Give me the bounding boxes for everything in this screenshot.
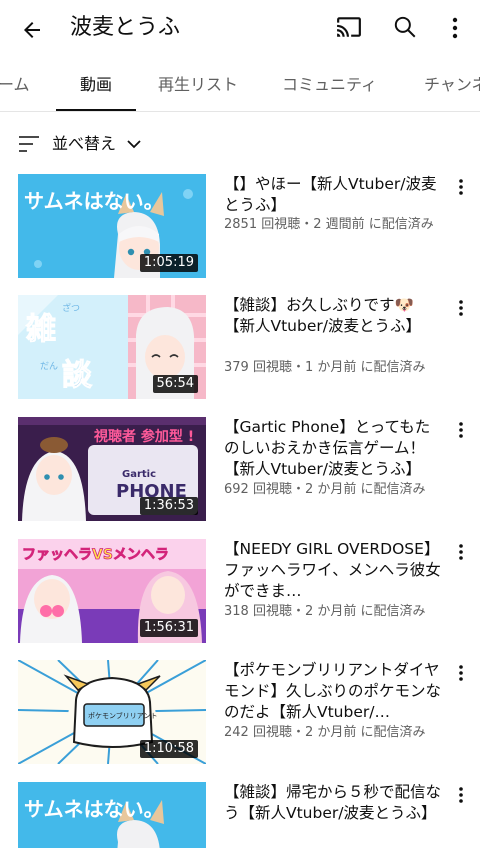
duration-badge: 56:54 xyxy=(152,375,198,393)
video-item[interactable]: ファッヘラVSメンヘラ 1:56:31 【NEEDY GIRL OVERDOSE… xyxy=(0,539,480,645)
more-vert-icon[interactable] xyxy=(440,12,470,44)
video-meta: 318 回視聴・2 か月前 に配信済み xyxy=(224,604,426,619)
tab-home[interactable]: ーム xyxy=(0,58,30,111)
video-title[interactable]: 【Gartic Phone】とってもたのしいおえかき伝言ゲーム！【新人Vtube… xyxy=(224,417,444,480)
video-meta: 692 回視聴・2 か月前 に配信済み xyxy=(224,482,426,497)
tab-community[interactable]: コミュニティ xyxy=(282,58,377,111)
thumbnail-caption: 視聴者 参加型 ! xyxy=(93,428,194,445)
thumbnail-caption: サムネはない。 xyxy=(24,189,164,213)
video-meta: 242 回視聴・2 か月前 に配信済み xyxy=(224,725,426,740)
cast-icon[interactable] xyxy=(334,12,364,42)
chevron-down-icon xyxy=(124,134,144,154)
video-title[interactable]: 【NEEDY GIRL OVERDOSE】ファッヘラワイ、メンヘラ彼女ができま… xyxy=(224,539,444,602)
video-more-icon[interactable] xyxy=(452,176,470,198)
video-title[interactable]: 【】やほー【新人Vtuber/波麦とうふ】 xyxy=(224,174,444,216)
video-more-icon[interactable] xyxy=(452,662,470,684)
video-item[interactable]: 雑 談 ざつ だん 56:54 【雑談】お久しぶりです🐶【新人Vtuber/波麦… xyxy=(0,295,480,401)
duration-badge: 1:05:19 xyxy=(139,254,198,272)
back-arrow-icon[interactable] xyxy=(14,12,50,48)
search-icon[interactable] xyxy=(390,12,420,42)
tab-playlists[interactable]: 再生リスト xyxy=(158,58,238,111)
app-bar: 波麦とうふ xyxy=(0,0,480,58)
sort-label: 並べ替え xyxy=(52,134,117,153)
sort-icon xyxy=(18,133,40,155)
video-thumbnail[interactable]: 雑 談 ざつ だん 56:54 xyxy=(18,295,206,399)
video-thumbnail[interactable]: ファッヘラVSメンヘラ 1:56:31 xyxy=(18,539,206,643)
thumbnail-caption: ざつ xyxy=(62,302,80,314)
video-more-icon[interactable] xyxy=(452,297,470,319)
video-more-icon[interactable] xyxy=(452,784,470,806)
duration-badge: 1:56:31 xyxy=(139,619,198,637)
video-meta: 2851 回視聴・2 週間前 に配信済み xyxy=(224,217,434,232)
video-more-icon[interactable] xyxy=(452,419,470,441)
sort-button[interactable]: 並べ替え xyxy=(0,124,480,164)
video-thumbnail[interactable]: サムネはない。 xyxy=(18,782,206,848)
video-thumbnail[interactable]: ポケモンブリリアント 1:10:58 xyxy=(18,660,206,764)
video-title[interactable]: 【雑談】お久しぶりです🐶【新人Vtuber/波麦とうふ】 xyxy=(224,295,444,337)
video-item[interactable]: サムネはない。 【雑談】帰宅から５秒で配信なう【新人Vtuber/波麦とうふ】 xyxy=(0,782,480,848)
video-item[interactable]: ポケモンブリリアント 1:10:58 【ポケモンブリリアントダイヤモンド】久しぶ… xyxy=(0,660,480,766)
video-more-icon[interactable] xyxy=(452,541,470,563)
thumbnail-caption: ファッヘラVSメンヘラ xyxy=(22,547,169,563)
thumbnail-caption: 談 xyxy=(62,358,93,393)
thumbnail-caption: サムネはない。 xyxy=(24,797,164,821)
thumbnail-caption: Gartic xyxy=(122,469,156,480)
video-thumbnail[interactable]: サムネはない。 1:05:19 xyxy=(18,174,206,278)
video-thumbnail[interactable]: 視聴者 参加型 ! Gartic PHONE 1:36:53 xyxy=(18,417,206,521)
thumbnail-caption: ポケモンブリリアント xyxy=(88,711,158,720)
tab-channels[interactable]: チャンネ xyxy=(424,58,480,111)
video-title[interactable]: 【ポケモンブリリアントダイヤモンド】久しぶりのポケモンなのだよ【新人Vtuber… xyxy=(224,660,444,723)
thumbnail-caption: 雑 xyxy=(25,312,56,347)
video-item[interactable]: サムネはない。 1:05:19 【】やほー【新人Vtuber/波麦とうふ】 28… xyxy=(0,174,480,280)
duration-badge: 1:36:53 xyxy=(139,497,198,515)
channel-tabs: ーム 動画 再生リスト コミュニティ チャンネ xyxy=(0,58,480,112)
video-title[interactable]: 【雑談】帰宅から５秒で配信なう【新人Vtuber/波麦とうふ】 xyxy=(224,782,444,824)
video-meta: 379 回視聴・1 か月前 に配信済み xyxy=(224,360,426,375)
channel-title: 波麦とうふ xyxy=(70,15,181,40)
video-item[interactable]: 視聴者 参加型 ! Gartic PHONE 1:36:53 【Gartic P… xyxy=(0,417,480,523)
tab-videos[interactable]: 動画 xyxy=(55,58,137,111)
thumbnail-caption: だん xyxy=(40,361,58,372)
duration-badge: 1:10:58 xyxy=(139,740,198,758)
